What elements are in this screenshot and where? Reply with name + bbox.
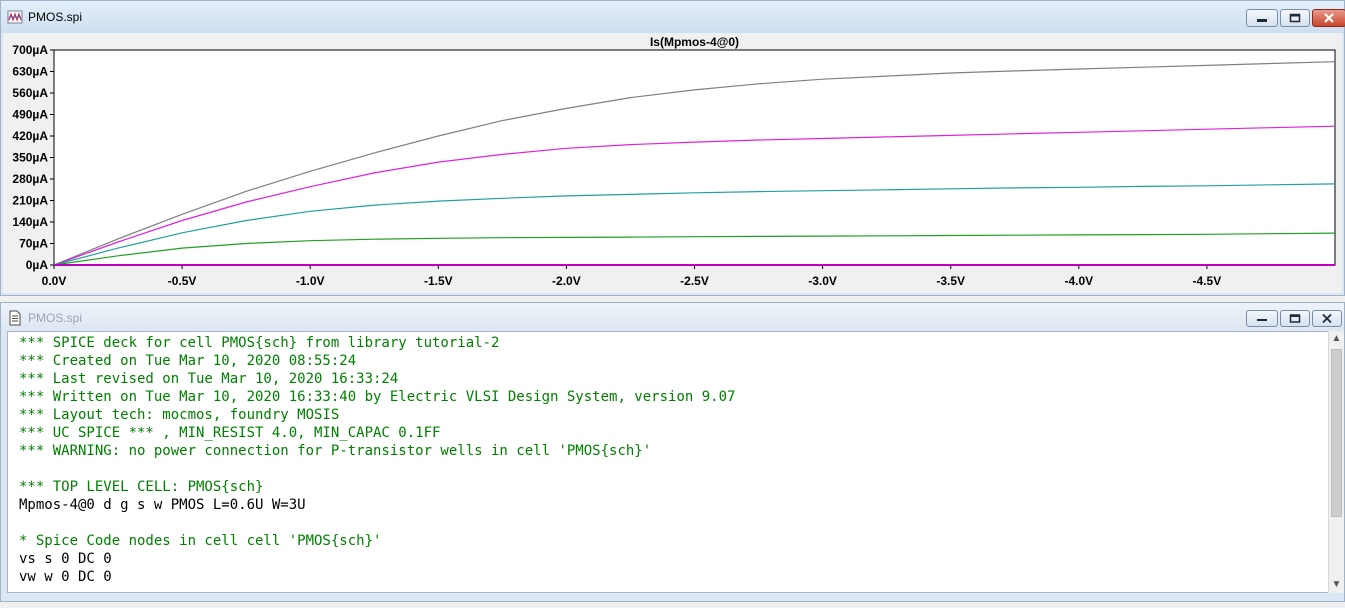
x-tick-label: -1.0V — [296, 274, 325, 288]
code-line: *** Layout tech: mocmos, foundry MOSIS — [19, 407, 340, 423]
y-tick-label: 0µA — [26, 258, 49, 272]
maximize-button[interactable] — [1280, 310, 1310, 327]
code-line: vw w 0 DC 0 — [19, 569, 112, 585]
scroll-down-arrow-icon[interactable]: ▼ — [1329, 577, 1344, 593]
code-line: *** Written on Tue Mar 10, 2020 16:33:40… — [19, 389, 736, 405]
x-tick-label: -4.5V — [1193, 274, 1222, 288]
y-tick-label: 350µA — [12, 151, 48, 165]
code-line: *** Last revised on Tue Mar 10, 2020 16:… — [19, 371, 399, 387]
close-button[interactable] — [1312, 9, 1345, 27]
close-icon — [1322, 313, 1332, 324]
code-line: *** WARNING: no power connection for P-t… — [19, 443, 652, 459]
plot-area — [53, 49, 1336, 266]
x-tick-label: -2.5V — [680, 274, 709, 288]
y-tick-label: 630µA — [12, 65, 48, 79]
x-tick-label: -4.0V — [1064, 274, 1093, 288]
y-tick-label: 420µA — [12, 129, 48, 143]
close-icon — [1324, 13, 1334, 23]
scroll-thumb[interactable] — [1331, 349, 1342, 517]
scroll-up-arrow-icon[interactable]: ▲ — [1329, 331, 1344, 347]
code-line: *** Created on Tue Mar 10, 2020 08:55:24 — [19, 353, 357, 369]
minimize-button[interactable] — [1246, 9, 1278, 27]
spice-deck-window: PMOS.spi *** SPICE deck for cell PMOS{sc… — [0, 302, 1345, 602]
spice-deck-text[interactable]: *** SPICE deck for cell PMOS{sch} from l… — [7, 331, 1337, 593]
maximize-icon — [1289, 13, 1301, 23]
code-line: Mpmos-4@0 d g s w PMOS L=0.6U W=3U — [19, 497, 306, 513]
x-tick-label: -3.0V — [808, 274, 837, 288]
minimize-icon — [1257, 19, 1267, 22]
spice-deck-window-title: PMOS.spi — [28, 311, 83, 325]
document-icon — [9, 310, 21, 326]
plot-window-title: PMOS.spi — [28, 10, 83, 24]
minimize-button[interactable] — [1246, 310, 1278, 327]
x-tick-label: -2.0V — [552, 274, 581, 288]
vertical-scrollbar[interactable]: ▲ ▼ — [1328, 331, 1344, 593]
y-tick-label: 210µA — [12, 194, 48, 208]
status-strip — [0, 602, 1345, 608]
y-tick-label: 70µA — [19, 237, 48, 251]
chart: Is(Mpmos-4@0) 0µA 70µA 140µA 210µA 280µA 350µ… — [12, 35, 1336, 288]
y-tick-label: 280µA — [12, 172, 48, 186]
x-tick-label: -1.5V — [424, 274, 453, 288]
plot-window-titlebar[interactable]: PMOS.spi — [1, 1, 1345, 33]
plot-window: PMOS.spi Is(Mpmos-4@0) 0µA 70µA 140µA 210µA… — [0, 0, 1345, 296]
maximize-button[interactable] — [1280, 9, 1310, 27]
y-tick-label: 700µA — [12, 43, 48, 57]
code-line: * Spice Code nodes in cell cell 'PMOS{sc… — [19, 533, 382, 549]
waveform-icon — [7, 10, 23, 24]
close-button[interactable] — [1312, 310, 1342, 327]
minimize-icon — [1257, 319, 1267, 321]
x-tick-label: 0.0V — [42, 274, 67, 288]
maximize-icon — [1289, 314, 1301, 323]
spice-deck-window-titlebar[interactable]: PMOS.spi — [1, 303, 1344, 331]
x-tick-label: -3.5V — [936, 274, 965, 288]
waveform-plot[interactable]: Is(Mpmos-4@0) 0µA 70µA 140µA 210µA 280µA 350µ… — [3, 33, 1342, 293]
chart-title: Is(Mpmos-4@0) — [650, 35, 739, 49]
y-tick-label: 560µA — [12, 86, 48, 100]
x-tick-label: -0.5V — [168, 274, 197, 288]
code-line: *** TOP LEVEL CELL: PMOS{sch} — [19, 479, 264, 495]
code-line: *** UC SPICE *** , MIN_RESIST 4.0, MIN_C… — [19, 425, 441, 441]
code-line: vs s 0 DC 0 — [19, 551, 112, 567]
y-tick-label: 140µA — [12, 215, 48, 229]
spice-code: *** SPICE deck for cell PMOS{sch} from l… — [19, 334, 735, 586]
code-line: *** SPICE deck for cell PMOS{sch} from l… — [19, 335, 500, 351]
y-tick-label: 490µA — [12, 108, 48, 122]
